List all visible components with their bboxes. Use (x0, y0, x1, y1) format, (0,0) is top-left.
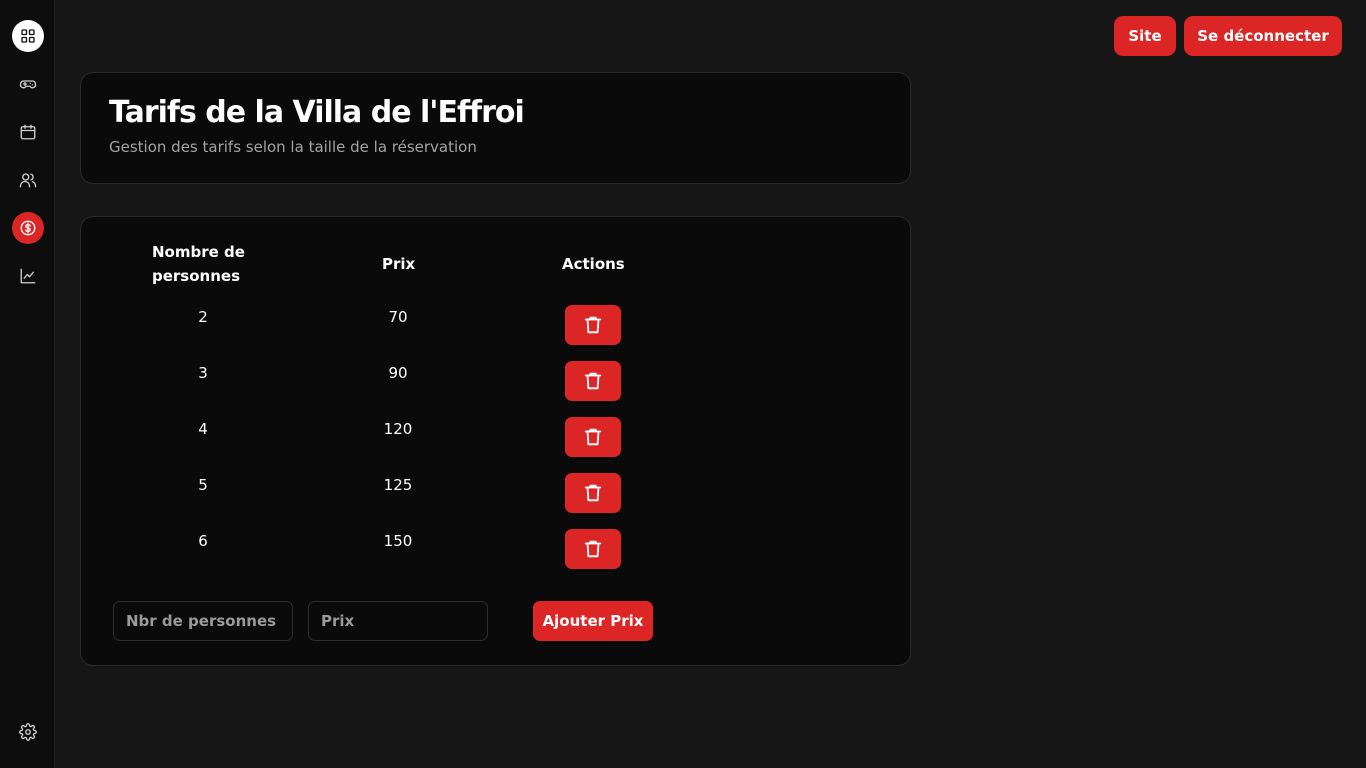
cell-price: 70 (388, 308, 408, 326)
column-header-price: Prix (382, 255, 416, 273)
sidebar-item-calendar[interactable] (12, 116, 44, 148)
delete-row-button[interactable] (565, 417, 621, 457)
sidebar-item-stats[interactable] (12, 260, 44, 292)
dollar-icon (20, 220, 36, 236)
sidebar-item-settings[interactable] (12, 716, 44, 748)
cell-persons: 4 (198, 420, 208, 438)
cell-price: 120 (383, 420, 413, 438)
cell-persons: 6 (198, 532, 208, 550)
delete-row-button[interactable] (565, 305, 621, 345)
gear-icon (19, 723, 37, 741)
trash-icon (584, 428, 602, 446)
cell-price: 150 (383, 532, 413, 550)
site-button[interactable]: Site (1114, 16, 1176, 56)
delete-row-button[interactable] (565, 361, 621, 401)
cell-price: 125 (383, 476, 413, 494)
trash-icon (584, 316, 602, 334)
trash-icon (584, 540, 602, 558)
cell-price: 90 (388, 364, 408, 382)
price-input[interactable] (308, 601, 488, 641)
persons-input[interactable] (113, 601, 293, 641)
logout-button[interactable]: Se déconnecter (1184, 16, 1342, 56)
trash-icon (584, 372, 602, 390)
sidebar-item-pricing[interactable] (12, 212, 44, 244)
trash-icon (584, 484, 602, 502)
page-subtitle: Gestion des tarifs selon la taille de la… (109, 138, 477, 156)
gamepad-icon (19, 80, 37, 89)
pricing-table-card: Nombre de personnes Prix Actions 2 70 3 … (80, 216, 911, 666)
sidebar-item-dashboard[interactable] (12, 20, 44, 52)
header-card: Tarifs de la Villa de l'Effroi Gestion d… (80, 72, 911, 184)
cell-persons: 5 (198, 476, 208, 494)
users-icon (19, 173, 37, 188)
delete-row-button[interactable] (565, 473, 621, 513)
sidebar-item-games[interactable] (12, 68, 44, 100)
calendar-icon (20, 124, 36, 140)
column-header-persons: Nombre de personnes (152, 243, 245, 285)
column-header-actions: Actions (562, 255, 625, 273)
sidebar (0, 0, 55, 768)
cell-persons: 2 (198, 308, 208, 326)
chart-icon (20, 268, 36, 284)
cell-persons: 3 (198, 364, 208, 382)
sidebar-item-users[interactable] (12, 164, 44, 196)
page-title: Tarifs de la Villa de l'Effroi (109, 95, 525, 130)
delete-row-button[interactable] (565, 529, 621, 569)
dashboard-icon (21, 29, 35, 43)
add-price-button[interactable]: Ajouter Prix (533, 601, 653, 641)
